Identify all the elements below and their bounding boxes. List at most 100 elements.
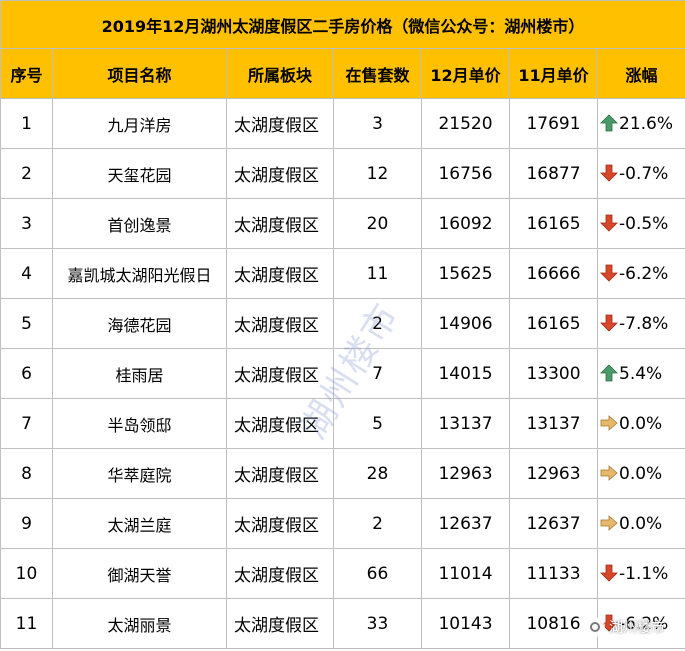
arrow-down-icon [600,264,618,282]
cell-name: 华萃庭院 [52,448,227,499]
change-value: 0.0% [619,413,663,434]
table-body: 1 九月洋房 太湖度假区 3 21520 17691 21.6% 2 天玺花园 太湖度假区 12 16… [0,98,685,649]
cell-no: 1 [0,98,53,149]
header-row: 序号 项目名称 所属板块 在售套数 12月单价 11月单价 涨幅 [0,48,685,99]
cell-no: 5 [0,298,53,349]
cell-board: 太湖度假区 [226,248,334,299]
cell-board: 太湖度假区 [226,598,334,649]
cell-change: -6.2% [596,248,685,299]
table-row: 9 太湖兰庭 太湖度假区 2 12637 12637 0.0% [0,498,685,549]
cell-change: -0.5% [596,198,685,249]
cell-change: -6.2% [596,598,685,649]
cell-change: 0.0% [596,448,685,499]
table-row: 1 九月洋房 太湖度假区 3 21520 17691 21.6% [0,98,685,149]
cell-dec-price: 15625 [421,248,510,299]
cell-board: 太湖度假区 [226,498,334,549]
table-row: 10 御湖天誉 太湖度假区 66 11014 11133 -1.1% [0,548,685,599]
cell-name: 御湖天誉 [52,548,227,599]
table-row: 5 海德花园 太湖度假区 2 14906 16165 -7.8% [0,298,685,349]
cell-count: 7 [333,348,422,399]
cell-count: 28 [333,448,422,499]
cell-count: 3 [333,98,422,149]
cell-board: 太湖度假区 [226,348,334,399]
table-row: 11 太湖丽景 太湖度假区 33 10143 10816 -6.2% [0,598,685,649]
cell-change: -1.1% [596,548,685,599]
cell-nov-price: 13137 [509,398,598,449]
cell-no: 9 [0,498,53,549]
header-dec-price: 12月单价 [421,48,510,99]
cell-nov-price: 16666 [509,248,598,299]
cell-name: 嘉凯城太湖阳光假日 [52,248,227,299]
cell-no: 4 [0,248,53,299]
cell-dec-price: 16092 [421,198,510,249]
title-row: 2019年12月湖州太湖度假区二手房价格（微信公众号：湖州楼市） [0,0,685,49]
cell-board: 太湖度假区 [226,148,334,199]
cell-dec-price: 16756 [421,148,510,199]
arrow-right-icon [600,414,618,432]
cell-board: 太湖度假区 [226,548,334,599]
cell-board: 太湖度假区 [226,198,334,249]
change-value: -0.5% [619,213,669,234]
cell-name: 太湖丽景 [52,598,227,649]
cell-nov-price: 10816 [509,598,598,649]
arrow-up-icon [600,363,618,382]
cell-change: -7.8% [596,298,685,349]
cell-nov-price: 12637 [509,498,598,549]
arrow-down-icon [600,614,618,632]
cell-no: 7 [0,398,53,449]
change-value: -1.1% [619,563,669,584]
cell-name: 桂雨居 [52,348,227,399]
cell-board: 太湖度假区 [226,398,334,449]
cell-dec-price: 10143 [421,598,510,649]
change-value: 0.0% [619,463,663,484]
arrow-down-icon [600,164,618,182]
cell-change: 0.0% [596,398,685,449]
cell-nov-price: 17691 [509,98,598,149]
cell-dec-price: 12963 [421,448,510,499]
table-row: 7 半岛领邸 太湖度假区 5 13137 13137 0.0% [0,398,685,449]
cell-no: 11 [0,598,53,649]
table-row: 2 天玺花园 太湖度假区 12 16756 16877 -0.7% [0,148,685,199]
change-value: 21.6% [619,113,674,134]
change-value: -6.2% [619,613,669,634]
arrow-up-icon [600,113,618,132]
cell-nov-price: 11133 [509,548,598,599]
cell-count: 12 [333,148,422,199]
cell-no: 3 [0,198,53,249]
cell-dec-price: 14015 [421,348,510,399]
table-row: 8 华萃庭院 太湖度假区 28 12963 12963 0.0% [0,448,685,499]
change-value: 0.0% [619,513,663,534]
header-change: 涨幅 [596,48,685,99]
arrow-right-icon [600,464,618,482]
cell-count: 20 [333,198,422,249]
header-board: 所属板块 [226,48,334,99]
price-table: 2019年12月湖州太湖度假区二手房价格（微信公众号：湖州楼市） 序号 项目名称… [0,0,685,649]
cell-count: 2 [333,498,422,549]
cell-count: 66 [333,548,422,599]
cell-nov-price: 16165 [509,198,598,249]
cell-dec-price: 11014 [421,548,510,599]
arrow-down-icon [600,564,618,582]
arrow-down-icon [600,214,618,232]
cell-count: 5 [333,398,422,449]
header-count: 在售套数 [333,48,422,99]
cell-change: -0.7% [596,148,685,199]
cell-count: 11 [333,248,422,299]
cell-change: 0.0% [596,498,685,549]
cell-dec-price: 12637 [421,498,510,549]
cell-name: 九月洋房 [52,98,227,149]
cell-change: 21.6% [596,98,685,149]
cell-no: 10 [0,548,53,599]
cell-board: 太湖度假区 [226,98,334,149]
cell-board: 太湖度假区 [226,448,334,499]
arrow-right-icon [600,514,618,532]
cell-no: 2 [0,148,53,199]
cell-name: 天玺花园 [52,148,227,199]
cell-nov-price: 16877 [509,148,598,199]
cell-nov-price: 16165 [509,298,598,349]
cell-nov-price: 12963 [509,448,598,499]
change-value: -7.8% [619,313,669,334]
header-nov-price: 11月单价 [509,48,598,99]
cell-dec-price: 21520 [421,98,510,149]
change-value: 5.4% [619,363,663,384]
